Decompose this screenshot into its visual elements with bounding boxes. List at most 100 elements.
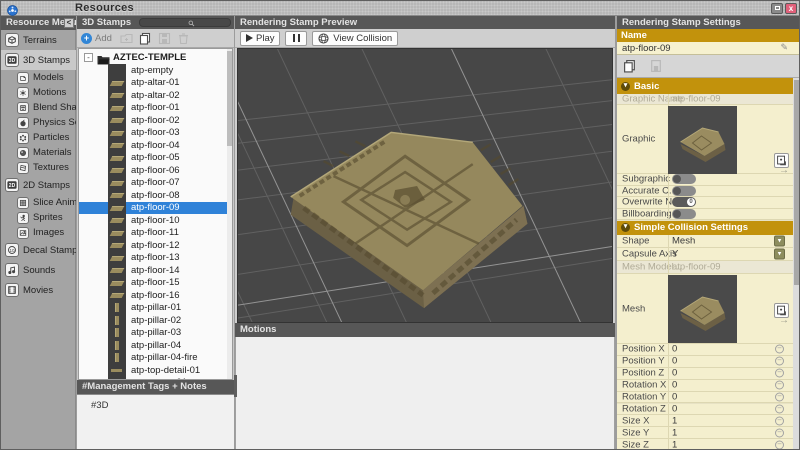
stepper-icon[interactable]: − [775, 381, 784, 390]
toggle-accurate-c[interactable] [672, 186, 696, 196]
stamp-item-atp-floor-13[interactable]: atp-floor-13 [79, 252, 229, 265]
delete-button[interactable] [177, 32, 190, 45]
value-rotation-x[interactable]: 0 [672, 380, 677, 391]
delete-stamp-button[interactable] [649, 59, 663, 73]
stamp-item-atp-floor-02[interactable]: atp-floor-02 [79, 114, 229, 127]
value-size-y[interactable]: 1 [672, 427, 677, 438]
stamp-item-atp-altar-02[interactable]: atp-altar-02 [79, 89, 229, 102]
view-collision-button[interactable]: View Collision [312, 31, 398, 46]
stamp-item-atp-floor-06[interactable]: atp-floor-06 [79, 164, 229, 177]
stamp-item-atp-floor-15[interactable]: atp-floor-15 [79, 277, 229, 290]
stepper-icon[interactable]: − [775, 416, 784, 425]
panel-splitter-handle[interactable] [234, 375, 237, 397]
settings-scrollbar[interactable] [793, 78, 800, 450]
stamp-thumbnail [108, 352, 126, 365]
toggle-billboarding[interactable] [672, 209, 696, 219]
stamp-thumbnail [108, 139, 126, 152]
save-button[interactable] [158, 32, 171, 45]
restore-window-button[interactable] [771, 3, 783, 14]
row-rotation-x: Rotation X0− [617, 380, 793, 392]
stamp-item-label: atp-pillar-03 [131, 327, 181, 338]
folder-icon [97, 52, 110, 63]
stamp-item-atp-floor-12[interactable]: atp-floor-12 [79, 239, 229, 252]
sidebar-collapse-button[interactable]: < [64, 18, 74, 28]
stamp-item-atp-floor-03[interactable]: atp-floor-03 [79, 127, 229, 140]
stamp-item-atp-altar-01[interactable]: atp-altar-01 [79, 77, 229, 90]
stamp-item-atp-pillar-04[interactable]: atp-pillar-04 [79, 339, 229, 352]
stepper-icon[interactable]: − [775, 357, 784, 366]
add-stamp-button[interactable]: + Add [81, 33, 112, 44]
value-rotation-y[interactable]: 0 [672, 392, 677, 403]
sidebar-item-images[interactable]: Images [1, 225, 76, 240]
sidebar-item-slice-animati[interactable]: Slice Animati [1, 195, 76, 210]
stamp-item-atp-floor-10[interactable]: atp-floor-10 [79, 214, 229, 227]
play-button[interactable]: Play [240, 31, 280, 46]
sidebar-item-decal-stamps[interactable]: 10Decal Stamps [1, 240, 76, 260]
sidebar-item-particles[interactable]: Particles [1, 130, 76, 145]
stamp-item-atp-pillar-04-fire[interactable]: atp-pillar-04-fire [79, 352, 229, 365]
stamp-item-atp-pillar-02[interactable]: atp-pillar-02 [79, 314, 229, 327]
sidebar-item-models[interactable]: Models [1, 70, 76, 85]
stepper-icon[interactable]: − [775, 393, 784, 402]
stamp-item-atp-floor-07[interactable]: atp-floor-07 [79, 177, 229, 190]
value-position-y[interactable]: 0 [672, 356, 677, 367]
sidebar-item-materials[interactable]: Materials [1, 145, 76, 160]
management-tags-value: #3D [91, 400, 108, 411]
value-size-z[interactable]: 1 [672, 439, 677, 450]
stepper-icon[interactable]: − [775, 440, 784, 449]
tree-collapse-icon[interactable]: - [84, 53, 93, 62]
stepper-icon[interactable]: − [775, 428, 784, 437]
sidebar-item-physics-setti[interactable]: Physics Setti [1, 115, 76, 130]
goto-mesh-arrow[interactable]: → [779, 315, 789, 326]
value-position-x[interactable]: 0 [672, 344, 677, 355]
sidebar-item-blend-shapes[interactable]: Blend Shapes [1, 100, 76, 115]
sidebar-item-movies[interactable]: Movies [1, 280, 76, 300]
value-rotation-z[interactable]: 0 [672, 403, 677, 414]
stamp-item-atp-pillar-01[interactable]: atp-pillar-01 [79, 302, 229, 315]
stamp-tree-root[interactable]: - AZTEC-TEMPLE [79, 51, 186, 64]
stamp-item-atp-top-detail-01[interactable]: atp-top-detail-01 [79, 364, 229, 377]
edit-pencil-icon[interactable]: ✎ [780, 42, 788, 53]
stepper-icon[interactable]: − [775, 345, 784, 354]
stamp-item-atp-floor-09[interactable]: atp-floor-09 [79, 202, 229, 215]
stamp-item-atp-empty[interactable]: atp-empty [79, 64, 229, 77]
toggle-overwrite-n[interactable]: 0 [672, 197, 696, 207]
stamp-item-atp-floor-14[interactable]: atp-floor-14 [79, 264, 229, 277]
value-position-z[interactable]: 0 [672, 368, 677, 379]
sidebar-item-sprites[interactable]: Sprites [1, 210, 76, 225]
pause-button[interactable] [285, 31, 307, 46]
stamp-item-atp-floor-05[interactable]: atp-floor-05 [79, 152, 229, 165]
capsule-axis-dropdown-button[interactable]: ▾ [774, 249, 785, 260]
management-tags-area[interactable]: #3D [77, 394, 234, 450]
3d-viewport[interactable] [237, 48, 613, 323]
stepper-icon[interactable]: − [775, 404, 784, 413]
stamp-list-scrollbar[interactable] [227, 49, 232, 379]
toggle-subgraphic[interactable] [672, 174, 696, 184]
stamp-item-atp-floor-11[interactable]: atp-floor-11 [79, 227, 229, 240]
search-input[interactable] [139, 18, 231, 27]
chevron-down-icon: ▾ [621, 82, 630, 91]
stamp-item-atp-floor-04[interactable]: atp-floor-04 [79, 139, 229, 152]
duplicate-button[interactable] [139, 32, 152, 45]
new-folder-button[interactable] [120, 32, 133, 45]
collision-section-header[interactable]: ▾ Simple Collision Settings [617, 221, 800, 236]
stamp-item-atp-floor-16[interactable]: atp-floor-16 [79, 289, 229, 302]
sidebar-item-2d-stamps[interactable]: 2D2D Stamps [1, 175, 76, 195]
basic-section-header[interactable]: ▾ Basic [617, 78, 800, 94]
shape-dropdown-button[interactable]: ▾ [774, 236, 785, 247]
value-size-x[interactable]: 1 [672, 415, 677, 426]
sidebar-item-3d-stamps[interactable]: 3D3D Stamps [1, 50, 76, 70]
window-titlebar[interactable]: Resources x [1, 1, 800, 16]
sidebar-item-motions[interactable]: Motions [1, 85, 76, 100]
sidebar-item-terrains[interactable]: Terrains [1, 30, 76, 50]
stamp-item-atp-pillar-03[interactable]: atp-pillar-03 [79, 327, 229, 340]
duplicate-stamp-button[interactable] [623, 59, 637, 73]
close-window-button[interactable]: x [785, 3, 797, 14]
sidebar-item-sounds[interactable]: Sounds [1, 260, 76, 280]
sidebar-item-textures[interactable]: Textures [1, 160, 76, 175]
name-field[interactable]: atp-floor-09 ✎ [617, 42, 800, 55]
stamp-item-atp-floor-08[interactable]: atp-floor-08 [79, 189, 229, 202]
svg-text:2D: 2D [9, 183, 16, 189]
stamp-item-atp-floor-01[interactable]: atp-floor-01 [79, 102, 229, 115]
stepper-icon[interactable]: − [775, 369, 784, 378]
